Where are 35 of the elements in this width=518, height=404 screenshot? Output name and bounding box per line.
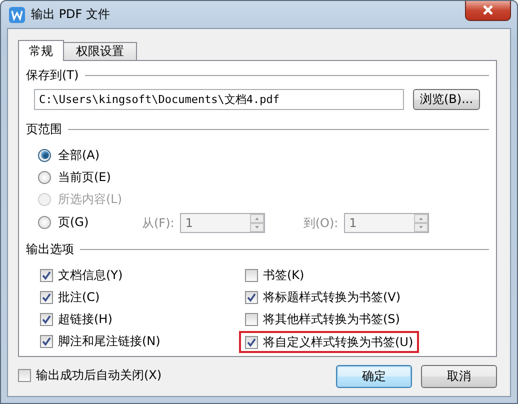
radio-button[interactable]: 页(G) <box>38 214 89 232</box>
group-label: 输出选项 <box>26 240 74 258</box>
dialog-button[interactable]: 取消 <box>421 364 497 388</box>
spin-field: 1 <box>180 213 266 233</box>
group-label: 保存到(T) <box>26 66 79 84</box>
tab[interactable]: 权限设置 <box>63 42 137 60</box>
checkbox[interactable]: 将自定义样式转换为书签(U) <box>242 333 416 351</box>
checkbox[interactable]: 书签(K) <box>242 266 308 284</box>
app-logo-icon <box>9 6 25 22</box>
radio-button[interactable]: 当前页(E) <box>38 168 111 186</box>
checkbox[interactable]: 将标题样式转换为书签(V) <box>242 288 404 306</box>
spin-label: 从(F): <box>142 214 174 232</box>
check-icon <box>42 270 51 280</box>
dialog-button[interactable]: 确定 <box>336 364 412 388</box>
checkbox[interactable]: 输出成功后自动关闭(X) <box>15 366 165 385</box>
browse-button[interactable]: 浏览(B)... <box>413 89 480 110</box>
tab[interactable]: 常规 <box>18 40 64 61</box>
group-label: 页范围 <box>26 120 62 138</box>
checkbox[interactable]: 将其他样式转换为书签(S) <box>242 310 403 328</box>
checkbox[interactable]: 超链接(H) <box>37 310 116 328</box>
check-icon <box>247 338 256 346</box>
check-icon <box>42 314 51 324</box>
check-icon <box>247 293 256 302</box>
checkbox[interactable]: 文档信息(Y) <box>37 266 126 284</box>
close-icon <box>482 5 494 15</box>
close-button[interactable] <box>465 0 511 20</box>
path-field[interactable]: C:\Users\kingsoft\Documents\文档4.pdf <box>34 89 404 110</box>
check-icon <box>42 336 51 346</box>
checkbox[interactable]: 批注(C) <box>37 288 103 306</box>
check-icon <box>42 292 51 302</box>
checkbox[interactable]: 脚注和尾注链接(N) <box>37 332 164 350</box>
window-title: 输出 PDF 文件 <box>31 6 112 23</box>
radio-button[interactable]: 全部(A) <box>38 146 100 164</box>
spin-field: 1 <box>344 213 430 233</box>
spin-label: 到(O): <box>303 214 338 232</box>
